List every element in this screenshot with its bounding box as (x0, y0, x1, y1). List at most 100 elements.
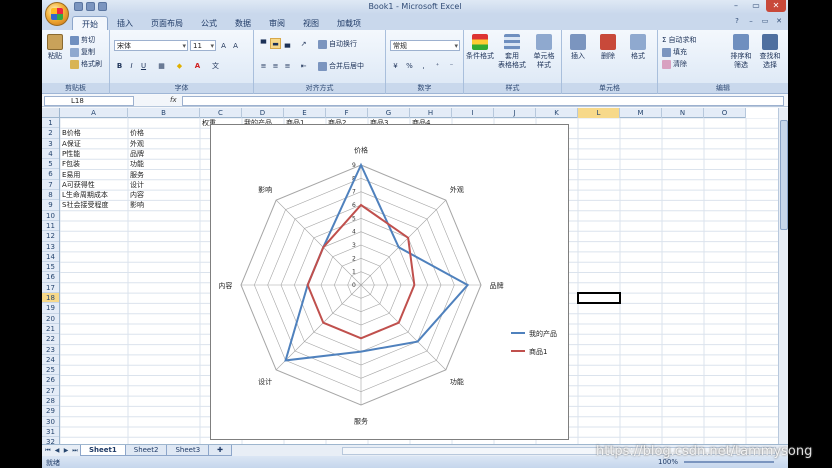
row-header-9[interactable]: 9 (42, 200, 59, 211)
insert-cells-button[interactable]: 插入 (564, 34, 592, 61)
vertical-scroll-thumb[interactable] (780, 120, 788, 230)
find-select-button[interactable]: 查找和 选择 (756, 34, 784, 70)
cell-a8[interactable]: L生命周期成本 (60, 190, 128, 200)
column-header-k[interactable]: K (536, 108, 578, 118)
align-center-icon[interactable]: ≡ (270, 60, 281, 71)
cell-b4[interactable]: 品牌 (128, 149, 200, 159)
close-button[interactable]: ✕ (766, 0, 786, 12)
row-header-24[interactable]: 24 (42, 355, 59, 366)
row-header-16[interactable]: 16 (42, 272, 59, 283)
fx-icon[interactable]: fx (170, 96, 177, 104)
select-all-corner[interactable] (42, 108, 60, 118)
cut-button[interactable]: 剪切 (70, 35, 95, 45)
column-header-i[interactable]: I (452, 108, 494, 118)
row-header-21[interactable]: 21 (42, 324, 59, 335)
font-name-select[interactable]: 宋体 (114, 40, 188, 51)
cell-b9[interactable]: 影响 (128, 200, 200, 210)
column-header-n[interactable]: N (662, 108, 704, 118)
column-header-m[interactable]: M (620, 108, 662, 118)
row-header-28[interactable]: 28 (42, 396, 59, 407)
row-header-32[interactable]: 32 (42, 437, 59, 444)
row-header-22[interactable]: 22 (42, 334, 59, 345)
row-header-1[interactable]: 1 (42, 118, 59, 129)
last-sheet-icon[interactable]: ⏭ (71, 446, 79, 455)
vertical-scrollbar[interactable] (778, 108, 788, 444)
sheet-tab-2[interactable]: Sheet2 (124, 445, 168, 456)
cell-a3[interactable]: A保证 (60, 139, 128, 149)
column-header-a[interactable]: A (60, 108, 128, 118)
formula-input[interactable] (182, 96, 784, 106)
increase-decimal-icon[interactable]: ⁺ (432, 60, 443, 71)
row-header-6[interactable]: 6 (42, 169, 59, 180)
autosum-button[interactable]: Σ 自动求和 (662, 35, 696, 45)
row-header-29[interactable]: 29 (42, 406, 59, 417)
zoom-level[interactable]: 100% (658, 458, 678, 466)
radar-chart[interactable]: 0 1 2 3 4 5 6 7 8 9 价格 外观 品牌 功能 服务 设计 内容 影响 我的产品 商品1 (210, 124, 569, 440)
column-header-o[interactable]: O (704, 108, 746, 118)
merge-center-button[interactable]: 合并后居中 (318, 61, 364, 71)
align-top-icon[interactable]: ▀ (258, 38, 269, 49)
row-header-15[interactable]: 15 (42, 262, 59, 273)
row-header-31[interactable]: 31 (42, 427, 59, 438)
orientation-icon[interactable]: ↗ (298, 38, 309, 49)
currency-icon[interactable]: ¥ (390, 60, 401, 71)
percent-button[interactable]: % (404, 60, 415, 71)
row-header-30[interactable]: 30 (42, 417, 59, 427)
italic-button[interactable]: I (126, 60, 137, 71)
align-left-icon[interactable]: ≡ (258, 60, 269, 71)
sheet-tab-3[interactable]: Sheet3 (166, 445, 210, 456)
restore-button[interactable]: ▭ (746, 0, 766, 12)
cell-a7[interactable]: A可获得性 (60, 180, 128, 190)
fill-color-icon[interactable]: ◆ (174, 60, 185, 71)
cell-a9[interactable]: S社会接受程度 (60, 200, 128, 210)
column-header-b[interactable]: B (128, 108, 200, 118)
format-as-table-button[interactable]: 套用 表格格式 (498, 34, 526, 70)
row-header-13[interactable]: 13 (42, 242, 59, 252)
zoom-slider[interactable] (684, 461, 774, 463)
delete-cells-button[interactable]: 删除 (594, 34, 622, 61)
row-header-4[interactable]: 4 (42, 149, 59, 160)
next-sheet-icon[interactable]: ▶ (62, 446, 70, 455)
decrease-indent-icon[interactable]: ⇤ (298, 60, 309, 71)
comma-button[interactable]: , (418, 60, 429, 71)
office-button[interactable] (45, 2, 69, 26)
underline-button[interactable]: U (138, 60, 149, 71)
row-header-5[interactable]: 5 (42, 159, 59, 170)
insert-sheet-icon[interactable]: ✚ (208, 445, 233, 456)
cell-b7[interactable]: 设计 (128, 180, 200, 190)
clear-button[interactable]: 清除 (662, 59, 687, 69)
row-header-12[interactable]: 12 (42, 231, 59, 242)
copy-button[interactable]: 复制 (70, 47, 95, 57)
first-sheet-icon[interactable]: ⏮ (44, 446, 52, 455)
cell-b2[interactable]: 价格 (128, 128, 200, 138)
column-header-j[interactable]: J (494, 108, 536, 118)
row-header-25[interactable]: 25 (42, 365, 59, 376)
row-header-14[interactable]: 14 (42, 252, 59, 263)
wrap-text-button[interactable]: 自动换行 (318, 39, 357, 49)
help-icon[interactable]: ? (732, 16, 742, 26)
row-header-7[interactable]: 7 (42, 180, 59, 191)
cell-a6[interactable]: E易用 (60, 170, 128, 180)
align-bottom-icon[interactable]: ▄ (282, 38, 293, 49)
column-header-l[interactable]: L (578, 108, 620, 118)
restore-workbook-button[interactable]: ▭ (760, 16, 770, 26)
column-header-c[interactable]: C (200, 108, 242, 118)
selected-cell[interactable] (577, 292, 621, 305)
sheet-tab-1[interactable]: Sheet1 (80, 445, 126, 456)
cell-b6[interactable]: 服务 (128, 170, 200, 180)
cell-b5[interactable]: 功能 (128, 159, 200, 169)
bold-button[interactable]: B (114, 60, 125, 71)
cell-a5[interactable]: F包装 (60, 159, 128, 169)
shrink-font-icon[interactable]: A (230, 40, 241, 51)
row-header-10[interactable]: 10 (42, 211, 59, 221)
grow-font-icon[interactable]: A (218, 40, 229, 51)
cell-a2[interactable]: B价格 (60, 128, 128, 138)
column-header-h[interactable]: H (410, 108, 452, 118)
number-format-select[interactable]: 常规 (390, 40, 460, 51)
row-header-19[interactable]: 19 (42, 303, 59, 314)
row-header-8[interactable]: 8 (42, 190, 59, 201)
font-color-icon[interactable]: A (192, 60, 203, 71)
format-cells-button[interactable]: 格式 (624, 34, 652, 61)
name-box[interactable]: L18 (44, 96, 134, 106)
prev-sheet-icon[interactable]: ◀ (53, 446, 61, 455)
